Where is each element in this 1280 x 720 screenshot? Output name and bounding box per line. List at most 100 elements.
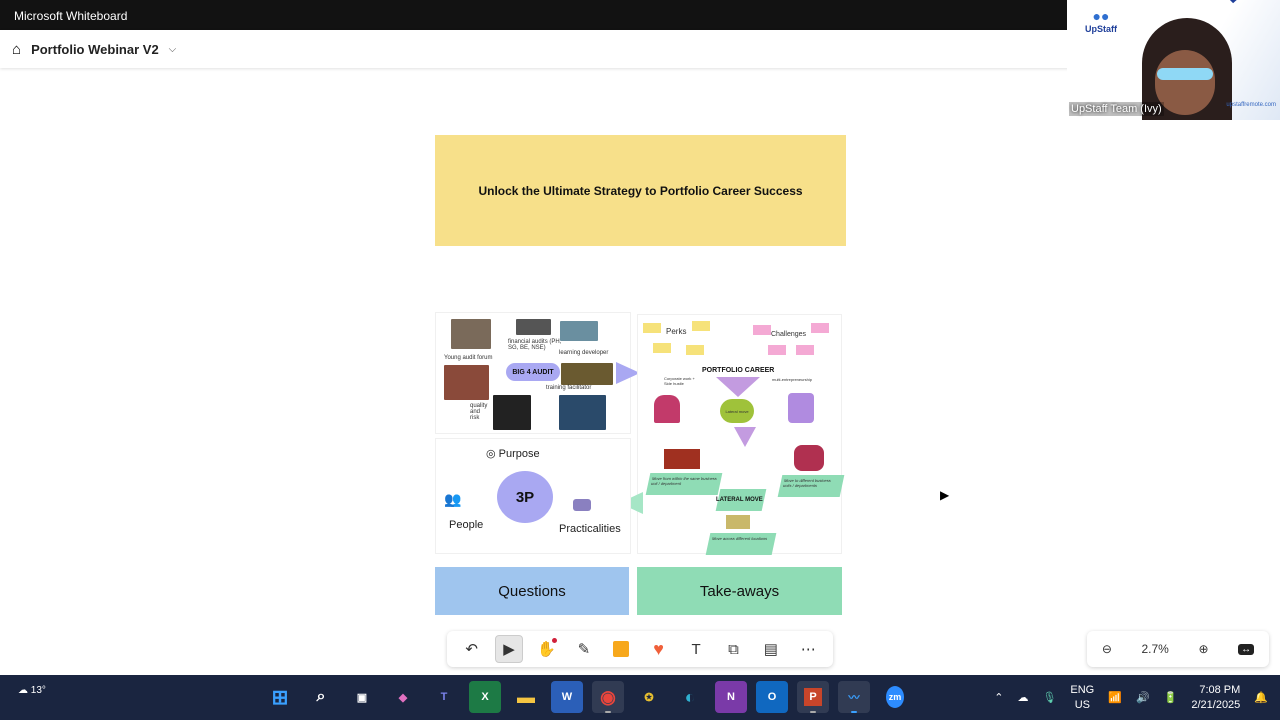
hand-icon[interactable]: ✋ xyxy=(532,635,560,663)
funnel-icon xyxy=(716,377,760,397)
participant-face xyxy=(1155,50,1215,115)
illustration-entrepreneur xyxy=(788,393,814,423)
people-icon: 👥 xyxy=(444,491,462,507)
select-icon[interactable]: ▶ xyxy=(495,635,524,663)
whiteboard-icon[interactable]: 〰 xyxy=(838,681,870,713)
board-title[interactable]: Portfolio Webinar V2 xyxy=(31,42,159,57)
search-icon[interactable]: ⌕ xyxy=(305,681,337,713)
clock[interactable]: 7:08 PM 2/21/2025 xyxy=(1191,683,1240,713)
sticky xyxy=(643,323,661,333)
challenges-label: Challenges xyxy=(771,331,807,338)
label: learning developer xyxy=(559,350,609,356)
upstaff-logo: ●● UpStaff xyxy=(1085,8,1117,34)
text-icon[interactable]: T xyxy=(682,635,710,663)
portfolio-career-title: PORTFOLIO CAREER xyxy=(702,367,775,374)
threep-circle: 3P xyxy=(497,471,553,523)
onenote-icon[interactable]: N xyxy=(715,681,747,713)
window-title: Microsoft Whiteboard xyxy=(14,9,128,23)
takeaways-sticky[interactable]: Take-aways xyxy=(637,567,842,615)
photo xyxy=(451,319,491,349)
sticky xyxy=(686,345,704,355)
label: multi-entrepreneurship xyxy=(772,377,813,382)
lateral-move-circle: Lateral move xyxy=(720,399,754,423)
weather-widget[interactable]: ☁ 13° xyxy=(18,685,46,696)
people-label: People xyxy=(449,519,484,531)
onedrive-icon[interactable]: ☁ xyxy=(1017,691,1028,704)
illustration-team xyxy=(794,445,824,471)
task-view-icon[interactable]: ▣ xyxy=(346,681,378,713)
site-watermark: upstaffremote.com xyxy=(1226,102,1276,108)
map-icon xyxy=(726,515,750,529)
briefcase-icon xyxy=(573,499,591,511)
lateral-move-title: LATERAL MOVE xyxy=(716,497,763,503)
zoom-app-icon[interactable]: zm xyxy=(879,681,911,713)
illustration-team xyxy=(664,449,700,469)
label: training facilitator xyxy=(546,385,592,391)
powerpoint-icon[interactable]: P xyxy=(797,681,829,713)
chevron-up-icon[interactable]: ⌃ xyxy=(994,691,1003,704)
note: Move to different business units / depar… xyxy=(777,475,845,497)
templates-icon[interactable]: ▤ xyxy=(757,635,785,663)
banner-sticky[interactable]: Unlock the Ultimate Strategy to Portfoli… xyxy=(435,135,846,246)
zoom-out-icon[interactable]: ⊖ xyxy=(1102,642,1112,656)
sticky-note-icon[interactable] xyxy=(607,635,635,663)
start-icon[interactable]: ⊞ xyxy=(264,681,296,713)
perks-label: Perks xyxy=(666,327,687,336)
file-explorer-icon[interactable]: ▬ xyxy=(510,681,542,713)
zoom-controls: ⊖ 2.7% ⊕ ↔ xyxy=(1087,631,1269,667)
illustration-worker xyxy=(654,395,680,423)
wifi-icon[interactable]: 📶 xyxy=(1108,691,1122,704)
notification-icon[interactable]: 🔔 xyxy=(1254,691,1268,704)
label: Young audit forum xyxy=(444,355,493,361)
takeaways-label: Take-aways xyxy=(699,582,780,600)
copilot-icon[interactable]: ◆ xyxy=(387,681,419,713)
questions-sticky[interactable]: Questions xyxy=(435,567,629,615)
label: quality and risk xyxy=(470,403,488,421)
outlook-icon[interactable]: O xyxy=(756,681,788,713)
arrow-down-icon xyxy=(734,427,756,447)
label: Corporate work + Side hustle xyxy=(664,376,695,386)
practicalities-label: Practicalities xyxy=(559,523,621,535)
participant-name: UpStaff Team (Ivy) xyxy=(1069,102,1164,116)
banner-text: Unlock the Ultimate Strategy to Portfoli… xyxy=(478,183,803,198)
more-icon[interactable]: ⋯ xyxy=(794,635,822,663)
threep-panel: ◎ Purpose 👥 People Practicalities 3P xyxy=(435,438,631,554)
sticky xyxy=(653,343,671,353)
reaction-icon[interactable]: ♥ xyxy=(645,635,673,663)
zoom-in-icon[interactable]: ⊕ xyxy=(1198,642,1208,656)
excel-icon[interactable]: X xyxy=(469,681,501,713)
photo xyxy=(444,365,489,400)
shapes-icon[interactable]: ⧉ xyxy=(719,635,747,663)
participant-glasses xyxy=(1157,68,1213,80)
language-indicator[interactable]: ENG US xyxy=(1070,683,1094,713)
word-icon[interactable]: W xyxy=(551,681,583,713)
purpose-item: ◎ Purpose xyxy=(486,448,540,460)
toolbar: ↶ ▶ ✋ ✎ ♥ T ⧉ ▤ ⋯ xyxy=(447,631,833,667)
mouse-cursor-icon: ▶ xyxy=(940,488,950,502)
video-feed: ●● UpStaff upstaffremote.com UpStaff Team… xyxy=(1067,0,1280,120)
home-icon[interactable]: ⌂ xyxy=(12,41,21,58)
undo-icon[interactable]: ↶ xyxy=(458,635,486,663)
chrome-icon[interactable]: ◉ xyxy=(592,681,624,713)
app-icon[interactable]: ✪ xyxy=(633,681,665,713)
zoom-level[interactable]: 2.7% xyxy=(1142,642,1169,656)
sticky xyxy=(811,323,829,333)
system-tray: ⌃ ☁ 🎙 ENG US 📶 🔊 🔋 7:08 PM 2/21/2025 🔔 xyxy=(994,675,1268,720)
pen-icon[interactable]: ✎ xyxy=(570,635,598,663)
volume-icon[interactable]: 🔊 xyxy=(1136,691,1150,704)
chevron-down-icon[interactable]: ⌵ xyxy=(169,44,177,55)
edge-icon[interactable]: ◐ xyxy=(674,681,706,713)
note: Move across different locations xyxy=(705,533,777,555)
sticky xyxy=(796,345,814,355)
sticky xyxy=(768,345,786,355)
photo xyxy=(493,395,531,430)
audit-panel: Young audit forum financial audits (PH, … xyxy=(435,312,631,434)
fit-to-screen-icon[interactable]: ↔ xyxy=(1238,643,1255,655)
microphone-icon[interactable]: 🎙 xyxy=(1042,691,1056,704)
questions-label: Questions xyxy=(498,582,566,600)
teams-icon[interactable]: T xyxy=(428,681,460,713)
sticky xyxy=(753,325,771,335)
diagram-image[interactable]: Young audit forum financial audits (PH, … xyxy=(435,312,845,558)
audit-center: BIG 4 AUDIT xyxy=(506,363,560,381)
battery-icon[interactable]: 🔋 xyxy=(1164,691,1178,704)
